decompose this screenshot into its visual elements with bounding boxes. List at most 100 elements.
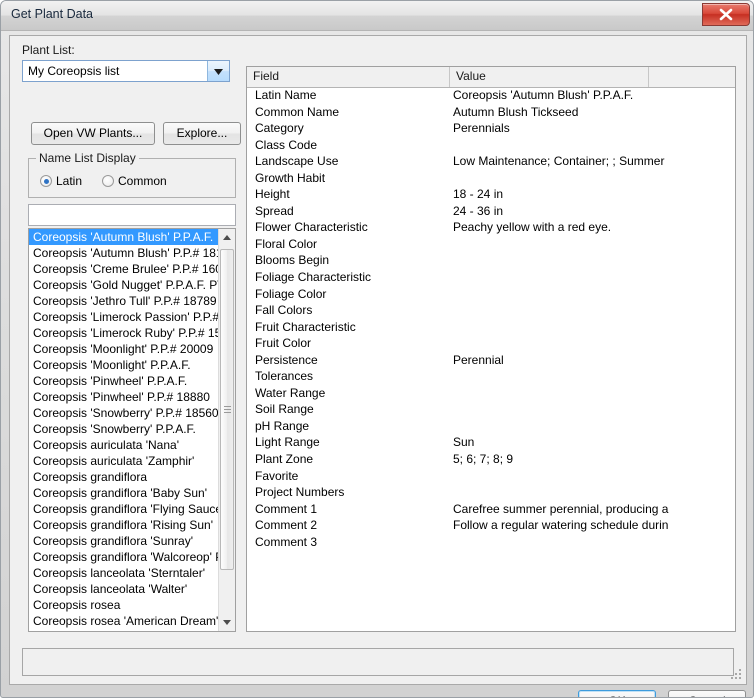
plant-list-box[interactable]: Coreopsis 'Autumn Blush' P.P.A.F. Coreops… (28, 228, 236, 632)
window-title: Get Plant Data (11, 7, 93, 21)
close-button[interactable] (702, 3, 750, 26)
table-cell-field: Comment 3 (255, 534, 318, 549)
list-item[interactable]: Coreopsis 'Pinwheel' P.P.A.F. (29, 373, 221, 389)
list-item[interactable]: Coreopsis auriculata 'Nana' (29, 437, 221, 453)
list-item[interactable]: Coreopsis 'Gold Nugget' P.P.A.F. PVR (29, 277, 221, 293)
table-row[interactable]: pH Range (247, 419, 735, 436)
scrollbar-grip-icon (224, 405, 231, 414)
list-item[interactable]: Coreopsis 'Snowberry' P.P.# 18560 (29, 405, 221, 421)
table-row[interactable]: Class Code (247, 138, 735, 155)
list-item[interactable]: Coreopsis grandiflora 'Walcoreop' P.P. (29, 549, 221, 565)
table-row[interactable]: Growth Habit (247, 171, 735, 188)
table-row[interactable]: Comment 2 Follow a regular watering sched… (247, 518, 735, 535)
caret-down-icon (223, 620, 231, 625)
table-row[interactable]: Landscape Use Low Maintenance; Container;… (247, 154, 735, 171)
table-cell-field: pH Range (255, 418, 310, 433)
table-row[interactable]: Spread 24 - 36 in (247, 204, 735, 221)
table-cell-value: Peachy yellow with a red eye. (453, 220, 612, 235)
cancel-button[interactable]: Cancel (668, 690, 746, 697)
table-row[interactable]: Latin Name Coreopsis 'Autumn Blush' P.P.A… (247, 88, 735, 105)
scroll-down-button[interactable] (219, 614, 235, 631)
table-cell-value: Low Maintenance; Container; ; Summer (453, 154, 665, 169)
table-cell-field: Favorite (255, 468, 299, 483)
scrollbar-thumb[interactable] (220, 249, 234, 570)
table-cell-value: Carefree summer perennial, producing a (453, 501, 669, 516)
list-item[interactable]: Coreopsis 'Jethro Tull' P.P.# 18789 (29, 293, 221, 309)
table-row[interactable]: Flower Characteristic Peachy yellow with … (247, 220, 735, 237)
list-item[interactable]: Coreopsis lanceolata 'Walter' (29, 581, 221, 597)
table-cell-field: Plant Zone (255, 452, 314, 467)
list-item[interactable]: Coreopsis 'Pinwheel' P.P.# 18880 (29, 389, 221, 405)
column-header-field[interactable]: Field (247, 67, 450, 87)
table-row[interactable]: Tolerances (247, 369, 735, 386)
table-row[interactable]: Foliage Color (247, 287, 735, 304)
table-cell-field: Common Name (255, 104, 340, 119)
table-cell-field: Water Range (255, 385, 326, 400)
table-cell-value: Coreopsis 'Autumn Blush' P.P.A.F. (453, 88, 634, 102)
list-item[interactable]: Coreopsis 'Moonlight' P.P.# 20009 (29, 341, 221, 357)
radio-latin-label: Latin (56, 174, 83, 188)
scroll-up-button[interactable] (219, 229, 235, 246)
table-row[interactable]: Fruit Color (247, 336, 735, 353)
table-cell-field: Landscape Use (255, 154, 339, 169)
radio-latin[interactable]: Latin (40, 174, 82, 188)
table-cell-field: Persistence (255, 352, 318, 367)
table-row[interactable]: Favorite (247, 469, 735, 486)
table-cell-field: Latin Name (255, 88, 317, 102)
column-header-value[interactable]: Value (450, 67, 649, 87)
list-item[interactable]: Coreopsis 'Snowberry' P.P.A.F. (29, 421, 221, 437)
list-item[interactable]: Coreopsis 'Autumn Blush' P.P.A.F. (29, 229, 221, 245)
list-item[interactable]: Coreopsis 'Creme Brulee' P.P.# 16096 (29, 261, 221, 277)
list-item[interactable]: Coreopsis auriculata 'Zamphir' (29, 453, 221, 469)
list-item[interactable]: Coreopsis 'Autumn Blush' P.P.# 18184 (29, 245, 221, 261)
list-item[interactable]: Coreopsis lanceolata 'Sterntaler' (29, 565, 221, 581)
table-row[interactable]: Category Perennials (247, 121, 735, 138)
table-row[interactable]: Project Numbers (247, 485, 735, 502)
table-row[interactable]: Light Range Sun (247, 435, 735, 452)
table-row[interactable]: Foliage Characteristic (247, 270, 735, 287)
list-item[interactable]: Coreopsis grandiflora 'Rising Sun' (29, 517, 221, 533)
table-cell-value: Sun (453, 435, 475, 450)
plant-list-scrollbar[interactable] (218, 229, 235, 631)
table-cell-field: Spread (255, 203, 294, 218)
list-item[interactable]: Coreopsis 'Limerock Ruby' P.P.# 1545 (29, 325, 221, 341)
table-row[interactable]: Soil Range (247, 402, 735, 419)
table-row[interactable]: Height 18 - 24 in (247, 187, 735, 204)
radio-latin-indicator (40, 175, 52, 187)
table-row[interactable]: Blooms Begin (247, 253, 735, 270)
list-item[interactable]: Coreopsis grandiflora (29, 469, 221, 485)
table-row[interactable]: Common Name Autumn Blush Tickseed (247, 105, 735, 122)
table-row[interactable]: Persistence Perennial (247, 353, 735, 370)
radio-common[interactable]: Common (102, 174, 167, 188)
table-row[interactable]: Comment 3 (247, 535, 735, 552)
plant-search-input[interactable] (28, 204, 236, 226)
table-row[interactable]: Floral Color (247, 237, 735, 254)
chevron-down-icon[interactable] (207, 61, 229, 81)
resize-grip-icon[interactable] (731, 669, 743, 681)
list-item[interactable]: Coreopsis 'Limerock Passion' P.P.# 15 (29, 309, 221, 325)
open-vw-plants-button[interactable]: Open VW Plants... (31, 122, 155, 145)
table-cell-value: 18 - 24 in (453, 187, 504, 202)
table-row[interactable]: Plant Zone 5; 6; 7; 8; 9 (247, 452, 735, 469)
list-item[interactable]: Coreopsis grandiflora 'Sunray' (29, 533, 221, 549)
table-cell-field: Comment 1 (255, 501, 318, 516)
table-cell-field: Foliage Color (255, 286, 327, 301)
plant-list-dropdown[interactable]: My Coreopsis list (22, 60, 230, 82)
list-item[interactable]: Coreopsis grandiflora 'Flying Saucers' P (29, 501, 221, 517)
table-row[interactable]: Fall Colors (247, 303, 735, 320)
list-item[interactable]: Coreopsis 'Moonlight' P.P.A.F. (29, 357, 221, 373)
ok-button[interactable]: OK (578, 690, 656, 697)
table-row[interactable]: Water Range (247, 386, 735, 403)
table-row[interactable]: Comment 1 Carefree summer perennial, prod… (247, 502, 735, 519)
list-item[interactable]: Coreopsis rosea (29, 597, 221, 613)
explore-button[interactable]: Explore... (163, 122, 241, 145)
table-cell-field: Tolerances (255, 369, 314, 384)
table-row[interactable]: Fruit Characteristic (247, 320, 735, 337)
table-cell-field: Flower Characteristic (255, 220, 368, 235)
column-header-blank[interactable] (649, 67, 735, 87)
table-cell-field: Fruit Characteristic (255, 319, 356, 334)
radio-common-label: Common (118, 174, 167, 188)
list-item[interactable]: Coreopsis rosea 'American Dream' (29, 613, 221, 629)
table-cell-field: Growth Habit (255, 170, 326, 185)
list-item[interactable]: Coreopsis grandiflora 'Baby Sun' (29, 485, 221, 501)
